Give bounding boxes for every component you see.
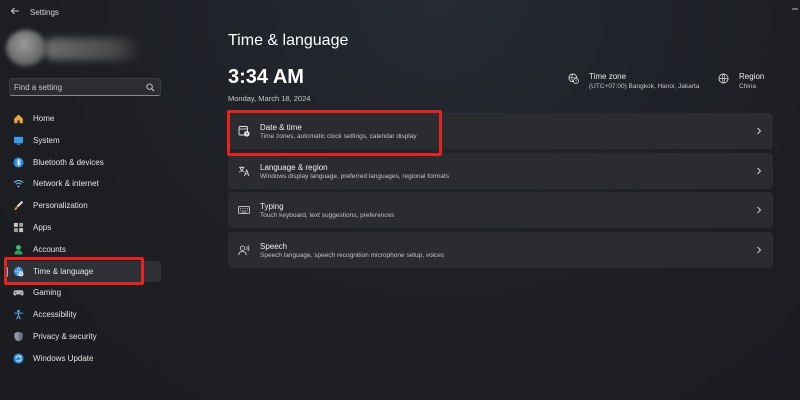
sidebar-item-label: Network & internet xyxy=(33,179,99,189)
apps-grid-icon xyxy=(13,222,24,233)
person-icon xyxy=(14,244,23,255)
chevron-right-icon xyxy=(757,167,762,174)
settings-cards: Date & time Time zones, automatic clock … xyxy=(228,113,773,271)
sidebar-item-label: System xyxy=(33,135,60,145)
update-icon xyxy=(13,353,24,364)
back-button[interactable] xyxy=(8,6,22,20)
sidebar-item-personalization[interactable]: Personalization xyxy=(5,195,161,217)
sidebar-item-bluetooth[interactable]: Bluetooth & devices xyxy=(5,152,161,174)
chevron-right-icon xyxy=(757,206,762,214)
sidebar-item-label: Accessibility xyxy=(33,310,77,320)
sidebar-item-system[interactable]: System xyxy=(5,130,161,152)
accessibility-icon xyxy=(14,309,23,320)
sidebar-item-label: Privacy & security xyxy=(33,331,97,341)
region-label: Region xyxy=(739,72,765,81)
time-zone-info[interactable]: Time zone (UTC+07:00) Bangkok, Hanoi, Ja… xyxy=(568,72,718,96)
time-zone-label: Time zone xyxy=(589,72,627,81)
search-icon xyxy=(146,83,155,92)
card-typing[interactable]: Typing Touch keyboard, text suggestions,… xyxy=(228,192,773,228)
card-date-time[interactable]: Date & time Time zones, automatic clock … xyxy=(228,113,773,149)
sidebar-item-label: Apps xyxy=(33,222,52,232)
sidebar-item-accounts[interactable]: Accounts xyxy=(5,239,161,261)
search-box[interactable] xyxy=(9,78,161,96)
page-title: Time & language xyxy=(228,32,349,49)
sidebar-item-label: Accounts xyxy=(33,244,66,254)
card-language-region[interactable]: Language & region Windows display langua… xyxy=(228,152,773,189)
time-zone-value: (UTC+07:00) Bangkok, Hanoi, Jakarta xyxy=(589,83,700,90)
region-value: China xyxy=(739,83,756,90)
sidebar-item-label: Gaming xyxy=(33,288,62,298)
app-title: Settings xyxy=(30,8,59,17)
chevron-right-icon xyxy=(757,127,762,135)
sidebar-item-gaming[interactable]: Gaming xyxy=(5,282,161,304)
sidebar-item-label: Windows Update xyxy=(33,353,94,363)
sidebar-item-apps[interactable]: Apps xyxy=(5,217,161,239)
shield-icon xyxy=(14,331,23,342)
bluetooth-icon xyxy=(13,157,24,168)
calendar-clock-icon xyxy=(238,126,250,137)
selection-indicator xyxy=(6,266,8,277)
sidebar-nav: Home System Bluetooth & devices Network … xyxy=(0,108,165,370)
monitor-icon xyxy=(13,136,24,145)
sidebar-item-label: Bluetooth & devices xyxy=(33,157,104,167)
card-title: Date & time xyxy=(260,123,302,132)
current-time: 3:34 AM xyxy=(228,66,304,88)
card-title: Speech xyxy=(260,241,288,251)
card-speech[interactable]: Speech Speech language, speech recogniti… xyxy=(228,231,773,268)
avatar[interactable] xyxy=(6,30,46,66)
sidebar-item-time-language[interactable]: Time & language xyxy=(5,260,161,283)
minimize-icon xyxy=(792,8,798,10)
sidebar-item-label: Home xyxy=(33,114,55,123)
settings-window: Settings Home System xyxy=(0,0,800,400)
search-input[interactable] xyxy=(14,81,142,94)
sidebar-item-home[interactable]: Home xyxy=(5,108,161,130)
sidebar-item-label: Time & language xyxy=(33,266,94,276)
card-description: Touch keyboard, text suggestions, prefer… xyxy=(260,212,395,219)
globe-clock-icon xyxy=(568,73,579,84)
language-icon xyxy=(238,165,250,176)
region-info[interactable]: Region China xyxy=(718,72,778,96)
sidebar-item-network[interactable]: Network & internet xyxy=(5,173,161,195)
back-arrow-icon xyxy=(10,7,19,15)
window-controls[interactable] xyxy=(792,5,798,15)
globe-clock-icon xyxy=(13,266,24,277)
card-description: Speech language, speech recognition micr… xyxy=(260,251,445,259)
sidebar-item-windows-update[interactable]: Windows Update xyxy=(5,348,161,370)
home-icon xyxy=(14,114,23,124)
chevron-right-icon xyxy=(757,246,762,253)
gamepad-icon xyxy=(13,290,24,297)
profile-name-blurred xyxy=(44,38,142,60)
sidebar-item-label: Personalization xyxy=(33,201,88,211)
card-title: Typing xyxy=(260,202,284,211)
card-description: Time zones, automatic clock settings, ca… xyxy=(260,133,417,140)
current-date: Monday, March 18, 2024 xyxy=(228,94,311,103)
wifi-icon xyxy=(13,180,24,188)
sidebar-item-privacy[interactable]: Privacy & security xyxy=(5,326,161,348)
sidebar-item-accessibility[interactable]: Accessibility xyxy=(5,304,161,326)
speech-icon xyxy=(238,244,250,255)
brush-icon xyxy=(13,201,24,211)
card-description: Windows display language, preferred lang… xyxy=(260,172,449,180)
globe-icon xyxy=(718,73,729,84)
title-bar: Settings xyxy=(0,0,800,28)
keyboard-icon xyxy=(238,206,250,214)
card-title: Language & region xyxy=(260,162,328,172)
